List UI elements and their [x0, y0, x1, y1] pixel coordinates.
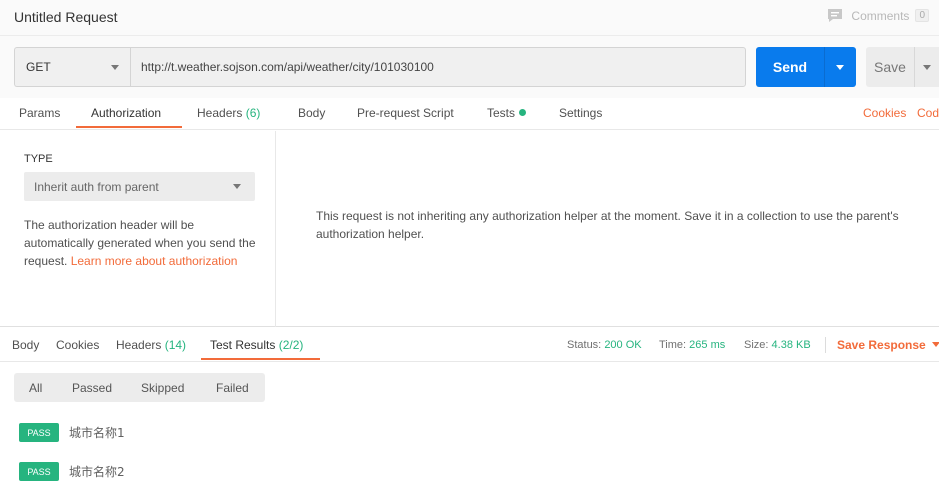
auth-type-select[interactable]: Inherit auth from parent	[24, 172, 255, 201]
tab-authorization[interactable]: Authorization	[91, 106, 161, 120]
test-results-label: Test Results	[210, 338, 276, 352]
auth-type-value: Inherit auth from parent	[34, 179, 159, 194]
response-tab-body[interactable]: Body	[12, 338, 39, 352]
authorization-panel: TYPE Inherit auth from parent The author…	[0, 131, 939, 327]
active-response-tab-indicator	[201, 358, 320, 360]
response-headers-label: Headers	[116, 338, 162, 352]
pass-badge: PASS	[19, 462, 59, 481]
chevron-down-icon	[233, 184, 241, 189]
size-readout: Size: 4.38 KB	[744, 339, 811, 351]
time-value: 265 ms	[689, 339, 726, 351]
comments-button[interactable]: Comments 0	[827, 8, 929, 23]
time-label: Time:	[659, 339, 687, 351]
time-readout: Time: 265 ms	[659, 339, 725, 351]
chevron-down-icon	[111, 65, 119, 70]
method-value: GET	[26, 60, 51, 74]
save-divider	[914, 47, 915, 87]
comment-icon	[828, 9, 843, 22]
response-headers-count: (14)	[164, 338, 187, 352]
size-value: 4.38 KB	[771, 339, 811, 351]
status-readout: Status: 200 OK	[567, 339, 642, 351]
url-input[interactable]: http://t.weather.sojson.com/api/weather/…	[130, 47, 746, 87]
tab-headers[interactable]: Headers (6)	[197, 106, 260, 120]
comments-label: Comments	[851, 8, 910, 23]
save-response-label: Save Response	[837, 338, 926, 352]
status-value: 200 OK	[604, 339, 642, 351]
tab-settings[interactable]: Settings	[559, 106, 602, 120]
send-label: Send	[772, 59, 808, 75]
pass-badge: PASS	[19, 423, 59, 442]
size-label: Size:	[744, 339, 769, 351]
send-dropdown-icon[interactable]	[836, 64, 844, 70]
response-tab-test-results[interactable]: Test Results (2/2)	[210, 338, 303, 352]
save-response-dropdown-icon	[931, 342, 939, 347]
status-label: Status:	[567, 339, 602, 351]
tab-pre-request-script[interactable]: Pre-request Script	[357, 106, 454, 120]
filter-all-button[interactable]: All	[29, 373, 42, 402]
auth-description: The authorization header will be automat…	[24, 216, 260, 270]
response-tabs: Body Cookies Headers (14) Test Results (…	[0, 328, 939, 362]
cookies-link[interactable]: Cookies	[863, 106, 906, 120]
response-tab-cookies[interactable]: Cookies	[56, 338, 99, 352]
tab-tests-label: Tests	[487, 106, 516, 120]
request-url-bar: GET http://t.weather.sojson.com/api/weat…	[0, 36, 939, 98]
type-label: TYPE	[24, 153, 53, 165]
test-result-name: 城市名称1	[69, 426, 125, 440]
tab-headers-label: Headers	[197, 106, 243, 120]
title-bar: Untitled Request Comments 0	[0, 0, 939, 36]
filter-passed-button[interactable]: Passed	[72, 373, 112, 402]
comments-count: 0	[915, 9, 929, 22]
request-tabs: Params Authorization Headers (6) Body Pr…	[0, 98, 939, 130]
send-button[interactable]: Send	[756, 47, 856, 87]
send-divider	[824, 47, 825, 87]
status-divider	[825, 337, 826, 353]
response-tab-headers[interactable]: Headers (14)	[116, 338, 186, 352]
test-result-item: PASS 城市名称2	[19, 462, 125, 481]
auth-type-sidebar: TYPE Inherit auth from parent The author…	[0, 131, 276, 327]
tab-tests[interactable]: Tests	[487, 106, 527, 120]
tab-params[interactable]: Params	[19, 106, 60, 120]
filter-skipped-button[interactable]: Skipped	[141, 373, 184, 402]
method-select[interactable]: GET	[14, 47, 130, 87]
tests-status-dot-icon	[519, 109, 527, 116]
test-result-name: 城市名称2	[69, 465, 125, 479]
learn-more-link[interactable]: Learn more about authorization	[71, 254, 238, 268]
save-response-button[interactable]: Save Response	[837, 338, 939, 352]
tab-body[interactable]: Body	[298, 106, 325, 120]
auth-inherit-message: This request is not inheriting any autho…	[316, 209, 899, 241]
request-title[interactable]: Untitled Request	[14, 9, 118, 25]
test-results-filter: All Passed Skipped Failed	[14, 373, 265, 402]
test-result-item: PASS 城市名称1	[19, 423, 125, 442]
save-label: Save	[874, 59, 906, 75]
active-tab-indicator	[76, 126, 182, 128]
tab-headers-count: (6)	[245, 106, 261, 120]
filter-failed-button[interactable]: Failed	[216, 373, 249, 402]
code-link[interactable]: Code	[917, 106, 939, 120]
test-results-count: (2/2)	[278, 338, 304, 352]
save-dropdown-icon[interactable]	[923, 64, 931, 70]
save-button[interactable]: Save	[866, 47, 939, 87]
